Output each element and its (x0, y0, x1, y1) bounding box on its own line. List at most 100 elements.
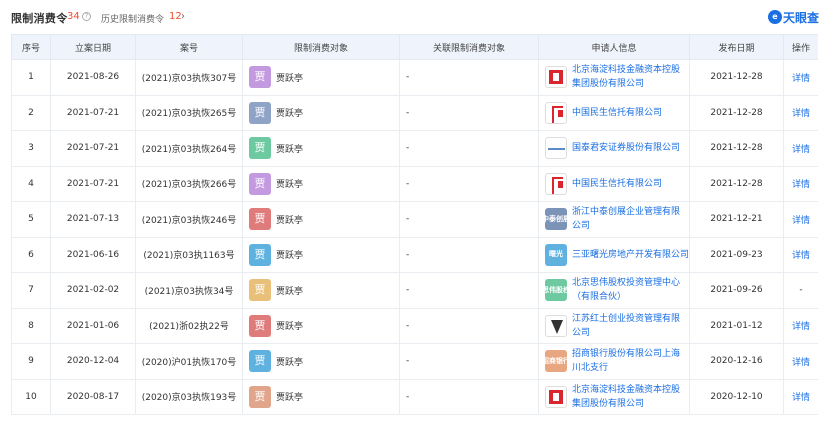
record-count: 34 (67, 11, 80, 22)
applicant-cell: 国泰君安证券股份有限公司 (538, 130, 690, 167)
detail-link[interactable]: 详情 (783, 378, 819, 415)
case-number: (2020)京03执恢193号 (135, 378, 243, 415)
row-number: 9 (11, 343, 51, 380)
detail-link[interactable]: 详情 (783, 130, 819, 167)
table-row: 5 2021-07-13 (2021)京03执恢246号贾贾跃亭 - 中泰创展 浙江中泰创… (11, 201, 819, 238)
applicant-cell: 曙光 三亚曙光房地产开发有限公司 (538, 236, 690, 273)
related-party: - (399, 94, 539, 131)
table-row: 7 2021-02-02 (2021)京03执恢34号贾贾跃亭 - 思伟股权 北京思伟股权… (11, 272, 819, 309)
case-number: (2021)浙02执22号 (135, 307, 243, 344)
filing-date: 2020-08-17 (50, 378, 136, 415)
filing-date: 2021-07-21 (50, 130, 136, 167)
column-header: 申请人信息 (538, 34, 690, 60)
restricted-person[interactable]: 贾跃亭 (276, 355, 303, 368)
company-logo-icon (545, 66, 567, 89)
table-header-row: 序号 立案日期 案号 限制消费对象 关联限制消费对象 申请人信息 发布日期 操作 (11, 34, 819, 60)
restricted-person[interactable]: 贾跃亭 (276, 390, 303, 403)
related-party: - (399, 307, 539, 344)
detail-link[interactable]: 详情 (783, 201, 819, 238)
column-header: 操作 (783, 34, 819, 60)
table-row: 8 2021-01-06 (2021)浙02执22号贾贾跃亭 - 江苏红土创业投资管理有… (11, 307, 819, 344)
related-party: - (399, 236, 539, 273)
row-number: 1 (11, 59, 51, 96)
case-number: (2021)京03执恢246号 (135, 201, 243, 238)
restricted-person[interactable]: 贾跃亭 (276, 142, 303, 155)
row-number: 10 (11, 378, 51, 415)
applicant-link[interactable]: 北京思伟股权投资管理中心（有限合伙） (572, 276, 687, 304)
related-party: - (399, 59, 539, 96)
table-row: 10 2020-08-17 (2020)京03执恢193号贾贾跃亭 - 北京海淀科技金融… (11, 378, 819, 415)
applicant-link[interactable]: 浙江中泰创展企业管理有限公司 (572, 205, 687, 233)
applicant-cell: 北京海淀科技金融资本控股集团股份有限公司 (538, 378, 690, 415)
restriction-table: 序号 立案日期 案号 限制消费对象 关联限制消费对象 申请人信息 发布日期 操作 1 2021-… (11, 34, 819, 415)
company-logo-icon (545, 101, 567, 124)
avatar: 贾 (249, 101, 271, 124)
history-link[interactable]: 历史限制消费令 (101, 12, 164, 25)
applicant-link[interactable]: 招商银行股份有限公司上海川北支行 (572, 347, 687, 375)
restricted-person[interactable]: 贾跃亭 (276, 319, 303, 332)
restricted-party-cell: 贾贾跃亭 (242, 201, 400, 238)
detail-link[interactable]: 详情 (783, 307, 819, 344)
case-number: (2021)京03执恢266号 (135, 165, 243, 202)
applicant-cell: 江苏红土创业投资管理有限公司 (538, 307, 690, 344)
detail-link[interactable]: 详情 (783, 94, 819, 131)
restricted-party-cell: 贾贾跃亭 (242, 130, 400, 167)
row-number: 4 (11, 165, 51, 202)
applicant-cell: 中泰创展 浙江中泰创展企业管理有限公司 (538, 201, 690, 238)
applicant-link[interactable]: 中国民生信托有限公司 (572, 106, 662, 120)
avatar: 贾 (249, 66, 271, 89)
restricted-person[interactable]: 贾跃亭 (276, 284, 303, 297)
applicant-link[interactable]: 北京海淀科技金融资本控股集团股份有限公司 (572, 383, 687, 411)
case-number: (2021)京03执恢34号 (135, 272, 243, 309)
filing-date: 2020-12-04 (50, 343, 136, 380)
column-header: 限制消费对象 (242, 34, 400, 60)
history-count[interactable]: 12 (169, 11, 182, 22)
table-row: 6 2021-06-16 (2021)京03执1163号贾贾跃亭 - 曙光 三亚曙光房地产… (11, 236, 819, 273)
related-party: - (399, 343, 539, 380)
filing-date: 2021-07-21 (50, 94, 136, 131)
scrollbar-track[interactable] (818, 34, 829, 446)
restricted-person[interactable]: 贾跃亭 (276, 248, 303, 261)
publish-date: 2021-12-28 (689, 165, 784, 202)
row-number: 8 (11, 307, 51, 344)
filing-date: 2021-07-21 (50, 165, 136, 202)
restricted-person[interactable]: 贾跃亭 (276, 106, 303, 119)
applicant-link[interactable]: 江苏红土创业投资管理有限公司 (572, 312, 687, 340)
filing-date: 2021-08-26 (50, 59, 136, 96)
applicant-link[interactable]: 中国民生信托有限公司 (572, 177, 662, 191)
brand-name: 天眼查 (783, 11, 820, 25)
applicant-link[interactable]: 北京海淀科技金融资本控股集团股份有限公司 (572, 63, 687, 91)
publish-date: 2020-12-16 (689, 343, 784, 380)
table-row: 2 2021-07-21 (2021)京03执恢265号贾贾跃亭 - 中国民生信托有限公… (11, 94, 819, 131)
detail-link[interactable]: 详情 (783, 236, 819, 273)
company-logo-icon: 中泰创展 (545, 208, 567, 231)
detail-link[interactable]: 详情 (783, 59, 819, 96)
header-bar: 限制消费令 34 ? 历史限制消费令 12 › e 天眼查 (0, 0, 829, 34)
applicant-link[interactable]: 三亚曙光房地产开发有限公司 (572, 248, 689, 262)
company-logo-icon: 思伟股权 (545, 279, 567, 302)
chevron-right-icon[interactable]: › (181, 11, 185, 22)
company-logo-icon (545, 385, 567, 408)
table-row: 4 2021-07-21 (2021)京03执恢266号贾贾跃亭 - 中国民生信托有限公… (11, 165, 819, 202)
case-number: (2021)京03执1163号 (135, 236, 243, 273)
detail-link[interactable]: 详情 (783, 343, 819, 380)
filing-date: 2021-02-02 (50, 272, 136, 309)
company-logo-icon (545, 314, 567, 337)
avatar: 贾 (249, 137, 271, 160)
case-number: (2021)京03执恢307号 (135, 59, 243, 96)
applicant-cell: 北京海淀科技金融资本控股集团股份有限公司 (538, 59, 690, 96)
detail-link[interactable]: 详情 (783, 165, 819, 202)
avatar: 贾 (249, 208, 271, 231)
help-icon[interactable]: ? (82, 12, 91, 21)
applicant-link[interactable]: 国泰君安证券股份有限公司 (572, 141, 680, 155)
case-number: (2021)京03执恢264号 (135, 130, 243, 167)
company-logo-icon: 招商银行 (545, 350, 567, 373)
row-number: 2 (11, 94, 51, 131)
related-party: - (399, 165, 539, 202)
filing-date: 2021-07-13 (50, 201, 136, 238)
restricted-person[interactable]: 贾跃亭 (276, 177, 303, 190)
restricted-person[interactable]: 贾跃亭 (276, 71, 303, 84)
applicant-cell: 中国民生信托有限公司 (538, 165, 690, 202)
applicant-cell: 中国民生信托有限公司 (538, 94, 690, 131)
restricted-person[interactable]: 贾跃亭 (276, 213, 303, 226)
